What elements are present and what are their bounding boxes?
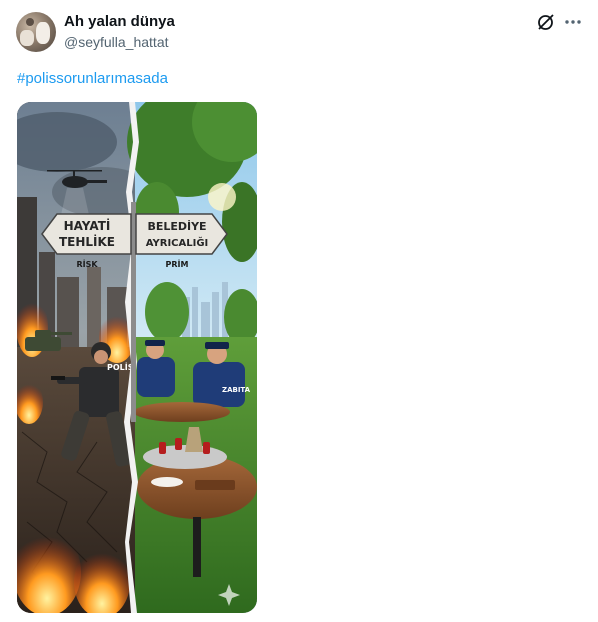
author-display-name[interactable]: Ah yalan dünya [64,13,175,30]
sign-right-sub: PRİM [166,259,189,269]
sign-left-line2: TEHLİKE [59,234,115,249]
sign-left-line1: HAYATİ [64,218,111,233]
sign-left-sub: RİSK [76,259,98,269]
author-handle[interactable]: @seyfulla_hattat [64,34,169,50]
hashtag-link[interactable]: #polissorunlarımasada [17,70,168,87]
vest-label: POLİS [107,362,134,372]
sign-right-line2: AYRICALIĞI [146,236,209,249]
grok-icon[interactable] [536,12,556,32]
avatar[interactable] [16,12,56,52]
more-options-icon[interactable] [563,12,583,32]
sign-right-line1: BELEDİYE [147,219,206,233]
tweet-image[interactable]: POLİS ZABITA HAYATİ TEHLİKE RİSK BELEDİY… [17,102,257,613]
zabita-label: ZABITA [222,386,251,394]
